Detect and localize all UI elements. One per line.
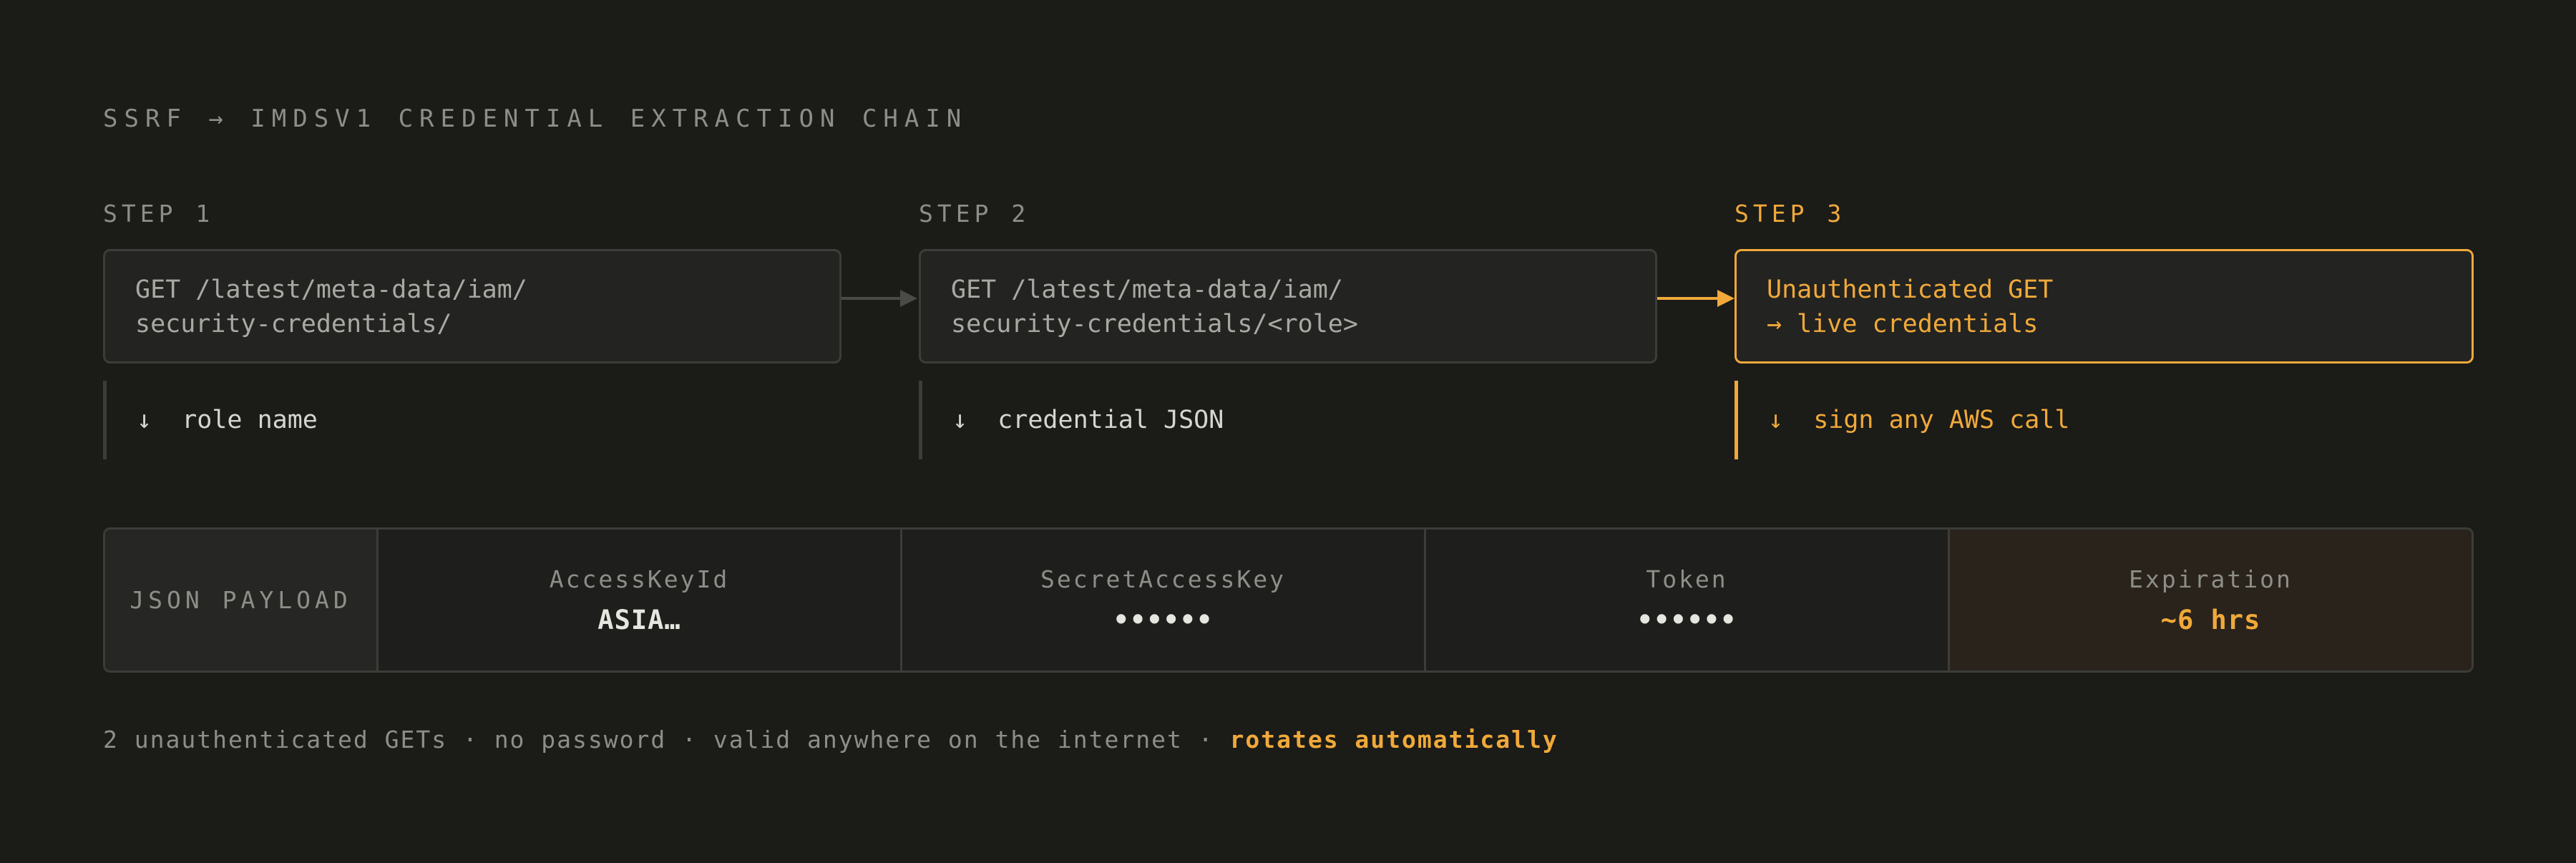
footer-note: 2 unauthenticated GETs · no password · v… [103,726,1558,754]
step-2-label: STEP 2 [919,200,1030,228]
field-secret-access-key: SecretAccessKey •••••• [902,530,1426,671]
step-3-result: ↓ sign any AWS call [1735,381,2069,459]
field-value: ~6 hrs [2160,604,2261,635]
json-payload-table: JSON PAYLOAD AccessKeyId ASIA… SecretAcc… [103,527,2474,673]
diagram-title: SSRF → IMDSV1 CREDENTIAL EXTRACTION CHAI… [103,104,968,133]
field-token: Token •••••• [1426,530,1950,671]
step-3-request-box: Unauthenticated GET → live credentials [1735,249,2474,364]
field-value: ASIA… [597,604,681,635]
step-1-result: ↓ role name [103,381,318,459]
footer-text: 2 unauthenticated GETs · no password · v… [103,726,1230,754]
step-3-label: STEP 3 [1735,200,1846,228]
footer-emphasis: rotates automatically [1229,726,1558,754]
step-2-result: ↓ credential JSON [919,381,1224,459]
step-1-request-box: GET /latest/meta-data/iam/ security-cred… [103,249,841,364]
arrow-right-icon [1657,290,1735,307]
field-expiration: Expiration ~6 hrs [1950,530,2472,671]
payload-label: JSON PAYLOAD [105,530,379,671]
arrow-right-icon [841,290,917,307]
field-value: •••••• [1113,604,1214,635]
field-value: •••••• [1636,604,1737,635]
field-name: Expiration [2129,565,2293,593]
field-name: AccessKeyId [549,565,730,593]
field-name: Token [1646,565,1728,593]
step-1-label: STEP 1 [103,200,215,228]
field-access-key-id: AccessKeyId ASIA… [379,530,902,671]
field-name: SecretAccessKey [1040,565,1286,593]
step-2-request-box: GET /latest/meta-data/iam/ security-cred… [919,249,1657,364]
